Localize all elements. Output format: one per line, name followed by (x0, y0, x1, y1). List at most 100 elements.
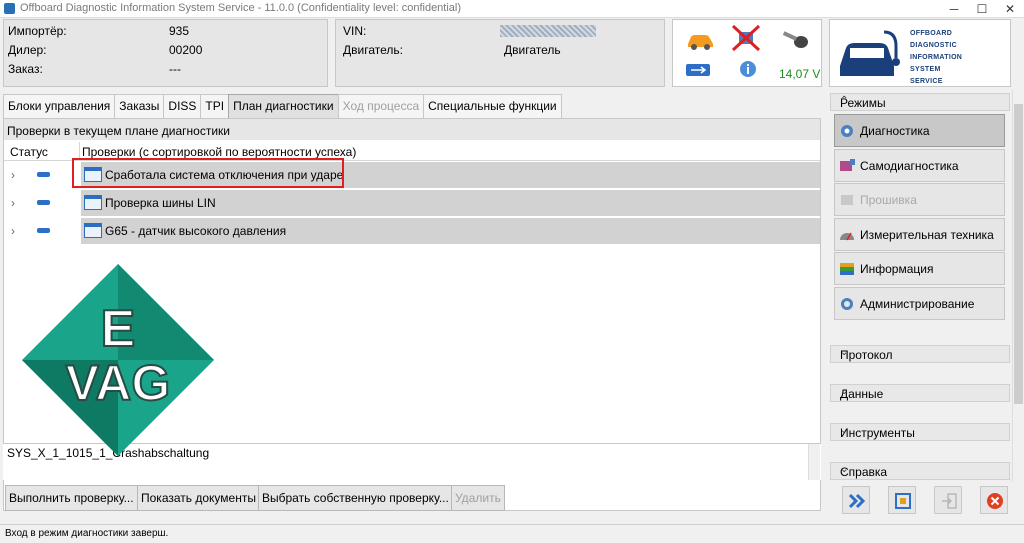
odis-logo: OFFBOARD DIAGNOSTIC INFORMATION SYSTEM S… (829, 19, 1011, 87)
diagnostic-connection-disabled-icon (731, 24, 761, 52)
expand-icon[interactable]: ⌄ (840, 464, 1004, 475)
vehicle-info-panel: VIN: Двигатель: Двигатель (335, 19, 665, 87)
table-row[interactable]: › G65 - датчик высокого давления (4, 217, 820, 245)
check-label: G65 - датчик высокого давления (105, 224, 287, 238)
importer-label: Импортёр: (8, 24, 67, 38)
column-checks[interactable]: Проверки (с сортировкой по вероятности у… (82, 145, 356, 159)
check-label: Проверка шины LIN (105, 196, 216, 210)
engine-value: Двигатель (504, 43, 561, 57)
frame-icon (895, 493, 911, 509)
mode-label: Диагностика (860, 124, 930, 138)
status-indicator-icon (37, 200, 50, 205)
help-section-header[interactable]: Справка ⌄ (830, 462, 1010, 480)
dealer-value: 00200 (169, 43, 203, 57)
protocol-section-header[interactable]: Протокол ⌄ (830, 345, 1010, 363)
dealer-info-panel: Импортёр: 935 Дилер: 00200 Заказ: --- (3, 19, 328, 87)
exit-button (934, 486, 962, 514)
close-circle-icon (987, 493, 1003, 509)
mode-label: Прошивка (860, 193, 917, 207)
expand-chevron-icon[interactable]: › (11, 224, 15, 238)
expand-icon[interactable]: ⌄ (840, 425, 1004, 436)
fit-view-button[interactable] (888, 486, 916, 514)
mode-flashing: Прошивка (834, 183, 1005, 216)
exit-door-icon (942, 493, 957, 509)
app-icon (4, 3, 15, 14)
vin-label: VIN: (343, 24, 367, 38)
run-check-button[interactable]: Выполнить проверку... (5, 485, 138, 511)
mode-label: Информация (860, 262, 934, 276)
show-documents-button[interactable]: Показать документы (137, 485, 260, 511)
diagnostics-icon (841, 125, 853, 137)
modes-section-header[interactable]: Режимы ⌃ (830, 93, 1010, 111)
tab-special-functions[interactable]: Специальные функции (423, 94, 562, 118)
logo-line: SERVICE (910, 78, 943, 85)
maximize-button[interactable]: ☐ (968, 0, 996, 18)
logo-text: OFFBOARD DIAGNOSTIC INFORMATION SYSTEM S… (910, 28, 962, 88)
status-bar: Вход в режим диагностики заверш. (0, 524, 1024, 543)
tools-section-header[interactable]: Инструменты ⌄ (830, 423, 1010, 441)
window-title: Offboard Diagnostic Information System S… (20, 2, 462, 14)
mode-diagnostics[interactable]: Диагностика (834, 114, 1005, 147)
tab-orders[interactable]: Заказы (114, 94, 165, 118)
close-button[interactable]: ✕ (996, 0, 1024, 18)
logo-line: INFORMATION (910, 54, 963, 61)
tab-diss[interactable]: DISS (163, 94, 202, 118)
choose-own-check-button[interactable]: Выбрать собственную проверку... (258, 485, 453, 511)
mode-label: Администрирование (860, 297, 975, 311)
mode-measurement[interactable]: Измерительная техника (834, 218, 1005, 251)
tab-tpi[interactable]: TPI (200, 94, 230, 118)
logo-line: DIAGNOSTIC (910, 42, 957, 49)
data-section-header[interactable]: Данные ⌄ (830, 384, 1010, 402)
self-diagnosis-icon (840, 159, 855, 171)
title-bar: Offboard Diagnostic Information System S… (0, 0, 1024, 18)
plan-heading: Проверки в текущем плане диагностики (4, 119, 820, 140)
expand-chevron-icon[interactable]: › (11, 168, 15, 182)
status-indicator-icon (37, 228, 50, 233)
evag-watermark-logo: E VAG (22, 264, 214, 456)
sidebar-scrollbar[interactable] (1012, 90, 1024, 482)
mode-self-diagnosis[interactable]: Самодиагностика (834, 149, 1005, 182)
quit-button[interactable] (980, 486, 1008, 514)
engine-label: Двигатель: (343, 43, 403, 57)
watermark-letter-e: E (101, 300, 136, 358)
expand-chevron-icon[interactable]: › (11, 196, 15, 210)
column-status[interactable]: Статус (10, 145, 48, 159)
tab-diagnostic-plan[interactable]: План диагностики (228, 94, 339, 118)
tab-control-units[interactable]: Блоки управления (3, 94, 116, 118)
watermark-text-vag: VAG (66, 355, 171, 411)
minimize-button[interactable]: ─ (940, 0, 968, 18)
connection-status-panel: 14,07 V (672, 19, 822, 87)
gear-icon (841, 298, 853, 310)
mode-information[interactable]: Информация (834, 252, 1005, 285)
gauge-icon (840, 232, 854, 241)
books-icon (840, 263, 854, 275)
flashing-icon (841, 195, 853, 205)
collapse-icon[interactable]: ⌃ (840, 95, 1004, 106)
double-chevron-right-icon (848, 493, 866, 509)
logo-line: OFFBOARD (910, 30, 953, 37)
detail-scrollbar[interactable] (808, 444, 820, 480)
tab-process-progress: Ход процесса (337, 94, 425, 118)
expand-icon[interactable]: ⌄ (840, 386, 1004, 397)
status-indicator-icon (37, 172, 50, 177)
mode-label: Измерительная техника (860, 228, 994, 242)
table-row[interactable]: › Проверка шины LIN (4, 189, 820, 217)
test-document-icon (84, 223, 102, 238)
status-text: Вход в режим диагностики заверш. (5, 528, 169, 539)
test-document-icon (84, 195, 102, 210)
delete-button: Удалить (451, 485, 505, 511)
order-label: Заказ: (8, 62, 43, 76)
dealer-label: Дилер: (8, 43, 47, 57)
importer-value: 935 (169, 24, 190, 38)
usb-icon (686, 64, 710, 76)
logo-line: SYSTEM (910, 66, 941, 73)
info-icon (740, 61, 756, 77)
forward-button[interactable] (842, 486, 870, 514)
ignition-key-icon (782, 31, 808, 48)
expand-icon[interactable]: ⌄ (840, 347, 1004, 358)
mode-label: Самодиагностика (860, 159, 959, 173)
vin-value-masked (500, 25, 596, 37)
scrollbar-thumb[interactable] (1014, 104, 1023, 404)
mode-administration[interactable]: Администрирование (834, 287, 1005, 320)
car-stethoscope-logo-icon (840, 30, 900, 76)
